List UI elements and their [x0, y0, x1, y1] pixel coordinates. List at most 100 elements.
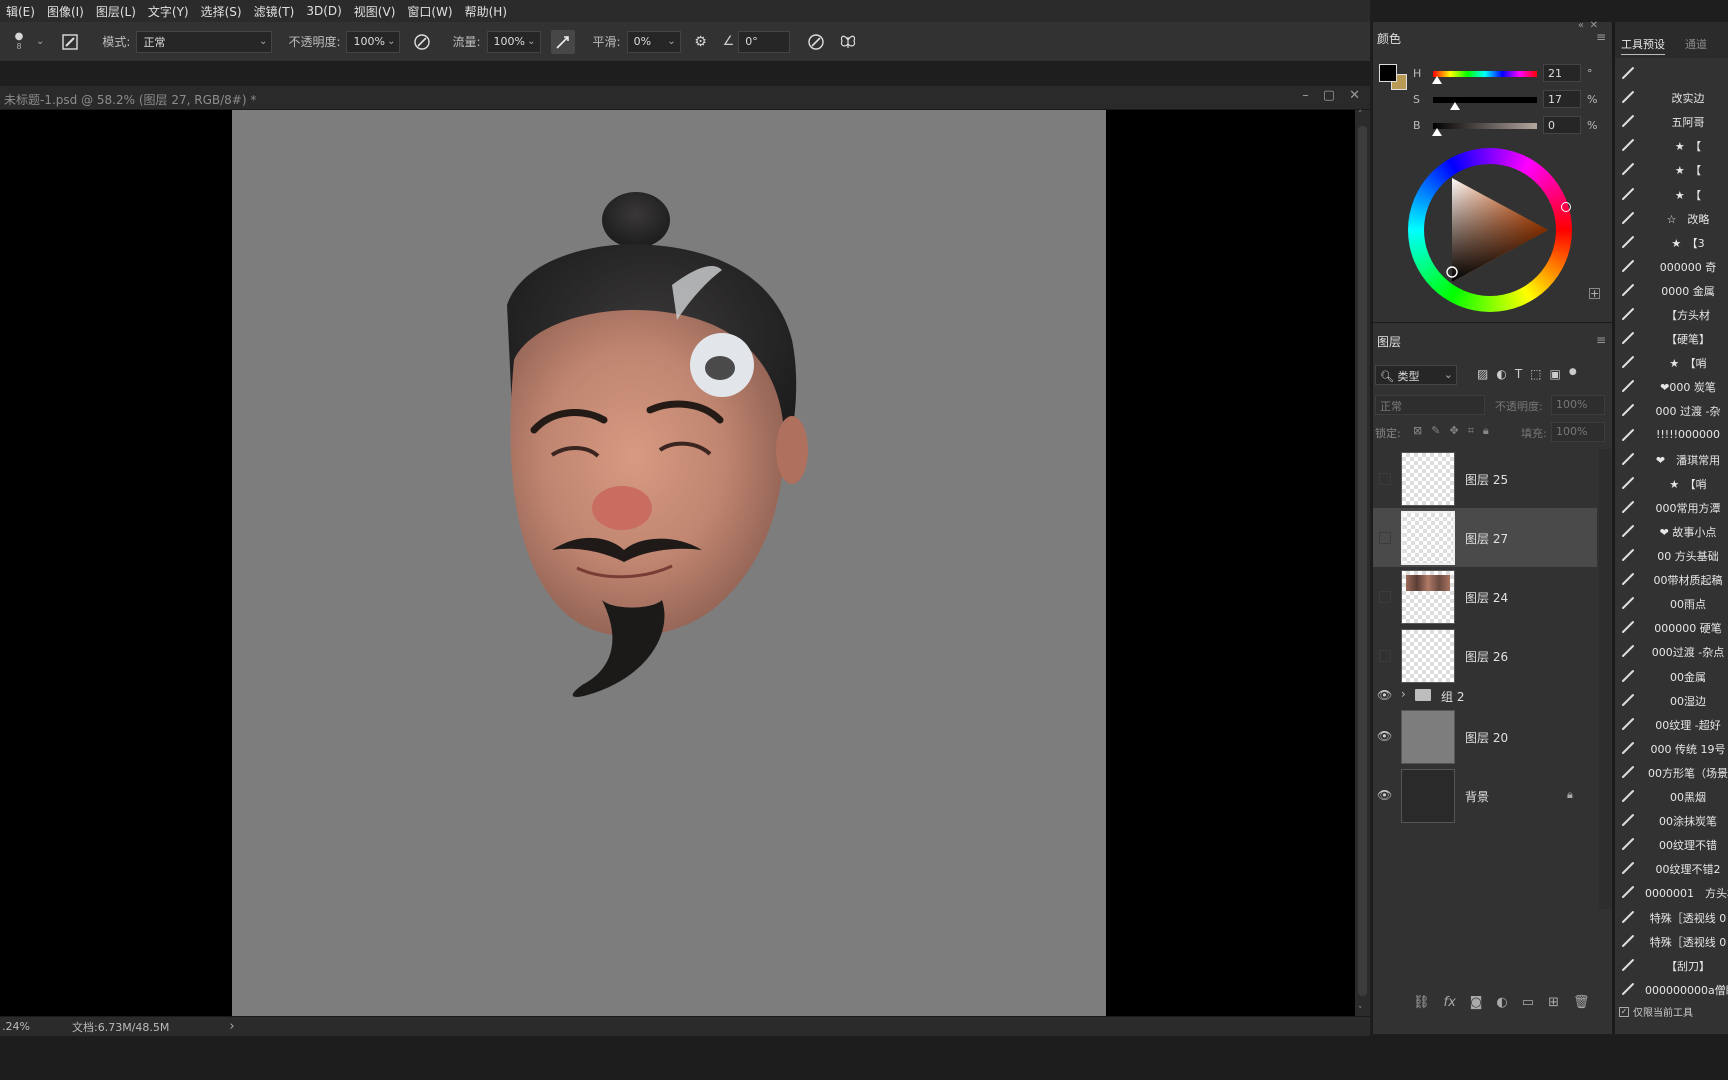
layer-list-scrollbar[interactable]	[1599, 449, 1611, 909]
menu-item[interactable]: 文字(Y)	[142, 3, 195, 20]
eye-icon[interactable]: 👁︎	[1377, 729, 1393, 745]
preset-item[interactable]: 000 过渡 -杂	[1615, 399, 1728, 423]
saturation-input[interactable]: 17	[1543, 90, 1581, 108]
preset-item[interactable]: 00纹理 -超好	[1615, 713, 1728, 737]
preset-item[interactable]: 特殊［透视线 0	[1615, 906, 1728, 930]
preset-item[interactable]: 00带材质起稿	[1615, 568, 1728, 592]
preset-item[interactable]: 00涂抹炭笔	[1615, 809, 1728, 833]
hue-input[interactable]: 21	[1543, 64, 1581, 82]
scroll-down-icon[interactable]: ˅	[1358, 1006, 1363, 1016]
status-menu-arrow[interactable]: ›	[229, 1019, 234, 1034]
brightness-input[interactable]: 0	[1543, 116, 1581, 134]
trash-icon[interactable]: 🗑︎	[1573, 995, 1590, 1010]
opacity-input[interactable]: 100% ⌄	[346, 30, 401, 53]
lock-position-icon[interactable]: ✥	[1449, 424, 1458, 438]
brush-preset-picker[interactable]: ● 8	[4, 30, 34, 54]
preset-item[interactable]: 000 传统 19号	[1615, 737, 1728, 761]
layer-row[interactable]: 👁︎ 背景 🔒︎	[1373, 766, 1597, 825]
preset-item[interactable]: ★ 【	[1615, 158, 1728, 182]
visibility-toggle[interactable]	[1379, 531, 1391, 544]
visibility-toggle[interactable]	[1379, 590, 1391, 603]
lock-pixels-icon[interactable]: ✎	[1431, 424, 1440, 438]
pressure-opacity-icon[interactable]	[410, 30, 434, 54]
smoothing-input[interactable]: 0% ⌄	[626, 30, 681, 53]
layer-row[interactable]: 图层 24	[1373, 567, 1597, 626]
preset-item[interactable]: 0000 金属	[1615, 279, 1728, 303]
preset-item[interactable]: 【硬笔】	[1615, 327, 1728, 351]
menu-item[interactable]: 3D(D)	[300, 4, 347, 18]
layer-row[interactable]: 👁︎ 图层 20	[1373, 707, 1597, 766]
chevron-right-icon[interactable]: ›	[1401, 687, 1406, 701]
chevron-down-icon[interactable]: ⌄	[36, 36, 44, 47]
preset-item[interactable]: ☆ 改略	[1615, 207, 1728, 231]
preset-item[interactable]: ★ 【哨	[1615, 472, 1728, 496]
restore-icon[interactable]: ▢	[1323, 88, 1335, 103]
panel-menu-icon[interactable]: ≡	[1596, 30, 1606, 44]
preset-item[interactable]: 五阿哥	[1615, 110, 1728, 134]
lock-artboard-icon[interactable]: ⌗	[1468, 424, 1474, 438]
type-filter-icon[interactable]: T	[1515, 367, 1522, 381]
preset-item[interactable]: 00湿边	[1615, 689, 1728, 713]
add-swatch-icon[interactable]: +	[1589, 288, 1600, 299]
brightness-track[interactable]	[1433, 123, 1537, 129]
scrollbar-thumb[interactable]	[1358, 126, 1367, 996]
filter-toggle-icon[interactable]: ●	[1569, 367, 1577, 381]
shape-filter-icon[interactable]: ⬚	[1530, 367, 1541, 381]
eye-icon[interactable]: 👁︎	[1377, 688, 1393, 704]
layer-row[interactable]: 👁︎ › 组 2	[1373, 685, 1597, 707]
scroll-up-icon[interactable]: ˄	[1358, 110, 1363, 120]
preset-item[interactable]: 00 方头基础	[1615, 544, 1728, 568]
preset-item[interactable]	[1615, 62, 1728, 86]
preset-item[interactable]: 改实边	[1615, 86, 1728, 110]
preset-item[interactable]: 000过渡 -杂点	[1615, 640, 1728, 664]
eye-icon[interactable]: 👁︎	[1377, 788, 1393, 804]
visibility-toggle[interactable]	[1379, 472, 1391, 485]
menu-item[interactable]: 选择(S)	[195, 3, 248, 20]
mode-select[interactable]: 正常 ⌄	[136, 30, 273, 53]
lock-icon[interactable]: 🔒︎	[1567, 788, 1573, 802]
preset-item[interactable]: 000000 奇	[1615, 255, 1728, 279]
airbrush-icon[interactable]	[550, 29, 575, 54]
collapse-icon[interactable]: «	[1578, 20, 1584, 31]
symmetry-butterfly-icon[interactable]	[836, 30, 860, 54]
color-triangle[interactable]	[1424, 164, 1556, 296]
preset-item[interactable]: ❤ 潘琪常用	[1615, 448, 1728, 472]
menu-item[interactable]: 图层(L)	[90, 3, 142, 20]
artboard[interactable]	[232, 110, 1106, 1016]
fx-icon[interactable]: fx	[1444, 995, 1456, 1010]
blend-mode-select[interactable]: 正常	[1375, 395, 1485, 415]
brush-settings-icon[interactable]	[58, 30, 82, 54]
visibility-toggle[interactable]	[1379, 649, 1391, 662]
pressure-size-icon[interactable]	[804, 30, 828, 54]
canvas-area[interactable]	[0, 110, 1355, 1016]
preset-item[interactable]: 000常用方潭	[1615, 496, 1728, 520]
close-icon[interactable]: ✕	[1349, 88, 1360, 103]
hue-ring-marker[interactable]	[1561, 202, 1571, 212]
saturation-track[interactable]	[1433, 97, 1537, 103]
preset-item[interactable]: 000000 硬笔	[1615, 616, 1728, 640]
preset-item[interactable]: ★ 【哨	[1615, 351, 1728, 375]
new-group-icon[interactable]: ▭	[1522, 995, 1534, 1010]
menu-item[interactable]: 滤镜(T)	[248, 3, 301, 20]
preset-item[interactable]: 000000000a僧眼	[1615, 978, 1728, 1002]
preset-item[interactable]: 00雨点	[1615, 592, 1728, 616]
preset-item[interactable]: 00黑烟	[1615, 785, 1728, 809]
hue-track[interactable]	[1433, 71, 1537, 77]
layer-filter-select[interactable]: 🔍︎ 类型 ⌄	[1375, 365, 1457, 385]
preset-item[interactable]: ❤ 故事小点	[1615, 520, 1728, 544]
preset-item[interactable]: ★ 【	[1615, 183, 1728, 207]
minimize-icon[interactable]: –	[1302, 88, 1309, 103]
menu-item[interactable]: 帮助(H)	[459, 3, 513, 20]
tab-channels[interactable]: 通道	[1685, 36, 1707, 52]
angle-input[interactable]: 0°	[738, 30, 791, 53]
layer-row[interactable]: 图层 25	[1373, 449, 1597, 508]
menu-item[interactable]: 图像(I)	[41, 3, 90, 20]
menu-item[interactable]: 窗口(W)	[401, 3, 458, 20]
layer-opacity-input[interactable]: 100%	[1551, 395, 1605, 415]
layer-row[interactable]: 图层 27	[1373, 508, 1597, 567]
preset-item[interactable]: 00金属	[1615, 665, 1728, 689]
menu-item[interactable]: 视图(V)	[348, 3, 402, 20]
lock-all-icon[interactable]: 🔒︎	[1483, 424, 1489, 438]
preset-item[interactable]: 00纹理不错2	[1615, 857, 1728, 881]
preset-item[interactable]: ★ 【3	[1615, 231, 1728, 255]
